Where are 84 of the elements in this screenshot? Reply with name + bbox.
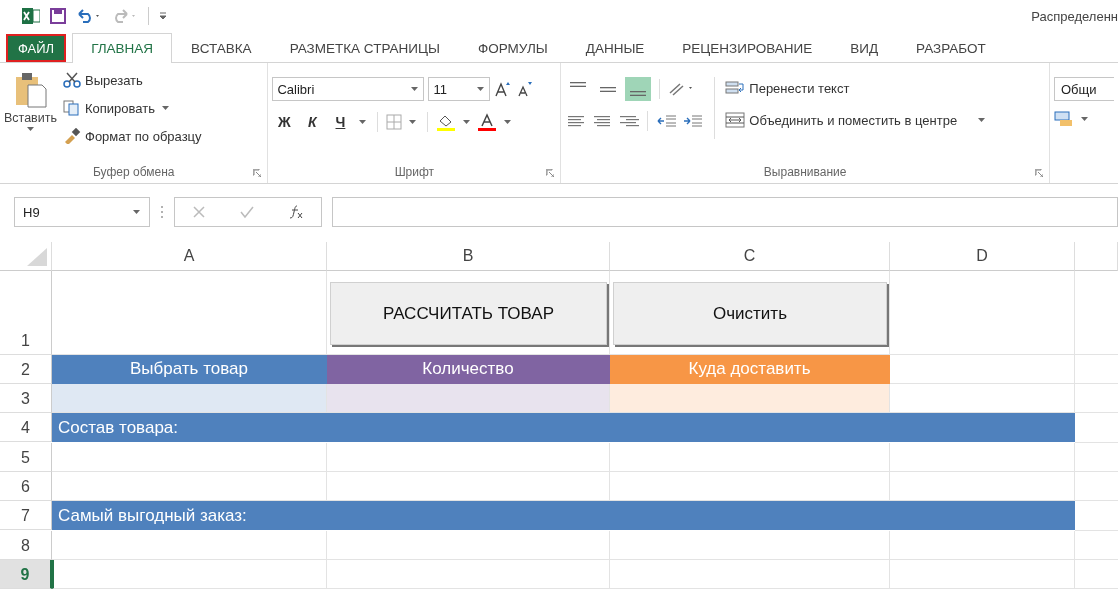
align-lines-icon — [600, 86, 617, 92]
caret-icon[interactable] — [409, 120, 417, 124]
caret-icon[interactable] — [411, 87, 419, 91]
triangle-icon — [27, 248, 47, 266]
undo-icon[interactable] — [76, 9, 102, 23]
increase-indent-icon[interactable] — [682, 113, 705, 129]
italic-button[interactable]: К — [300, 111, 325, 133]
clipboard-icon — [13, 71, 48, 109]
ribbon-tab[interactable]: РАЗМЕТКА СТРАНИЦЫ — [270, 33, 459, 62]
scissors-icon — [63, 72, 81, 88]
caret-icon[interactable] — [463, 120, 471, 124]
dialog-launcher-icon[interactable] — [1035, 169, 1043, 177]
formula-field[interactable] — [332, 197, 1118, 227]
row-header[interactable]: 1 — [0, 271, 52, 355]
align-lines-icon — [570, 82, 587, 87]
row-header[interactable]: 6 — [0, 472, 52, 501]
align-text-icon[interactable] — [617, 113, 640, 129]
caret-icon[interactable] — [477, 87, 485, 91]
macro-button[interactable]: РАССЧИТАТЬ ТОВАР — [330, 282, 607, 345]
font-name-field[interactable]: Calibri — [272, 77, 425, 101]
cut-button[interactable]: Вырезать — [63, 69, 202, 91]
paste-label: Вставить — [4, 111, 57, 125]
input-cell[interactable] — [327, 384, 610, 413]
more-icon — [160, 205, 164, 219]
align-lines-icon — [630, 91, 647, 96]
ribbon-tab[interactable]: ФОРМУЛЫ — [458, 33, 567, 62]
wrap-text-icon — [725, 80, 746, 96]
decrease-indent-icon[interactable] — [656, 113, 679, 129]
macro-button[interactable]: Очистить — [613, 282, 887, 345]
group-label: Шрифт — [394, 165, 435, 179]
caret-icon[interactable] — [133, 210, 140, 214]
ribbon-tab[interactable]: ВИД — [831, 33, 898, 62]
group-label: Буфер обмена — [92, 165, 175, 179]
save-icon[interactable] — [50, 8, 66, 24]
customize-icon[interactable] — [159, 11, 167, 21]
row-header[interactable]: 5 — [0, 443, 52, 472]
section-title: Состав товара: — [58, 417, 178, 438]
copy-button[interactable]: Копировать — [63, 97, 202, 119]
row-header[interactable]: 9 — [0, 560, 52, 589]
caret-icon[interactable] — [162, 106, 169, 110]
paintbrush-icon — [63, 128, 81, 144]
font-color-icon[interactable] — [477, 113, 498, 131]
caret-icon[interactable] — [359, 120, 367, 124]
ribbon-tab[interactable]: РЕЦЕНЗИРОВАНИЕ — [663, 33, 832, 62]
ribbon-tab[interactable]: ДАННЫЕ — [566, 33, 664, 62]
caret-icon[interactable] — [1081, 117, 1088, 121]
ribbon-tab[interactable]: ГЛАВНАЯ — [72, 33, 173, 63]
copy-icon — [63, 100, 81, 116]
bold-button[interactable]: Ж — [272, 111, 297, 133]
column-header[interactable]: B — [327, 242, 610, 271]
vertical-align-button[interactable] — [625, 77, 652, 101]
ribbon-tab[interactable]: РАЗРАБОТ — [897, 33, 1005, 62]
name-box[interactable]: H9 — [14, 197, 150, 227]
caret-icon[interactable] — [978, 118, 986, 122]
caret-icon[interactable] — [504, 120, 512, 124]
input-cell[interactable] — [52, 384, 327, 413]
grow-font-icon[interactable] — [494, 81, 513, 97]
input-cell[interactable] — [610, 384, 890, 413]
caret-icon[interactable] — [27, 127, 34, 131]
dialog-launcher-icon[interactable] — [253, 169, 262, 177]
file-tab[interactable]: ФАЙЛ — [6, 34, 67, 62]
excel-logo-icon[interactable] — [22, 8, 40, 24]
window-title: Распределенн — [1031, 8, 1118, 24]
fill-color-icon[interactable] — [436, 113, 457, 131]
header-cell: Куда доставить — [610, 355, 890, 384]
merge-cells-icon — [725, 112, 746, 128]
column-header[interactable]: C — [610, 242, 890, 271]
paste-button[interactable]: Вставить — [4, 67, 57, 131]
dialog-launcher-icon[interactable] — [546, 169, 555, 177]
font-size-field[interactable]: 11 — [428, 77, 491, 101]
section-title: Самый выгодный заказ: — [58, 505, 247, 526]
ribbon-tab[interactable]: ВСТАВКА — [172, 33, 271, 62]
insert-function-icon[interactable] — [288, 205, 305, 219]
format-painter-button[interactable]: Формат по образцу — [63, 125, 202, 147]
shrink-font-icon[interactable] — [516, 81, 535, 97]
group-label: Выравнивание — [763, 165, 847, 179]
merge-center-button[interactable]: Объединить и поместить в центре — [725, 109, 989, 131]
column-header[interactable]: A — [52, 242, 327, 271]
header-cell: Количество — [327, 355, 610, 384]
underline-button[interactable]: Ч — [328, 111, 353, 133]
column-header[interactable]: D — [890, 242, 1075, 271]
number-format-field[interactable]: Общи — [1054, 77, 1114, 101]
header-cell: Выбрать товар — [52, 355, 327, 384]
wrap-text-button[interactable]: Перенести текст — [725, 77, 989, 99]
